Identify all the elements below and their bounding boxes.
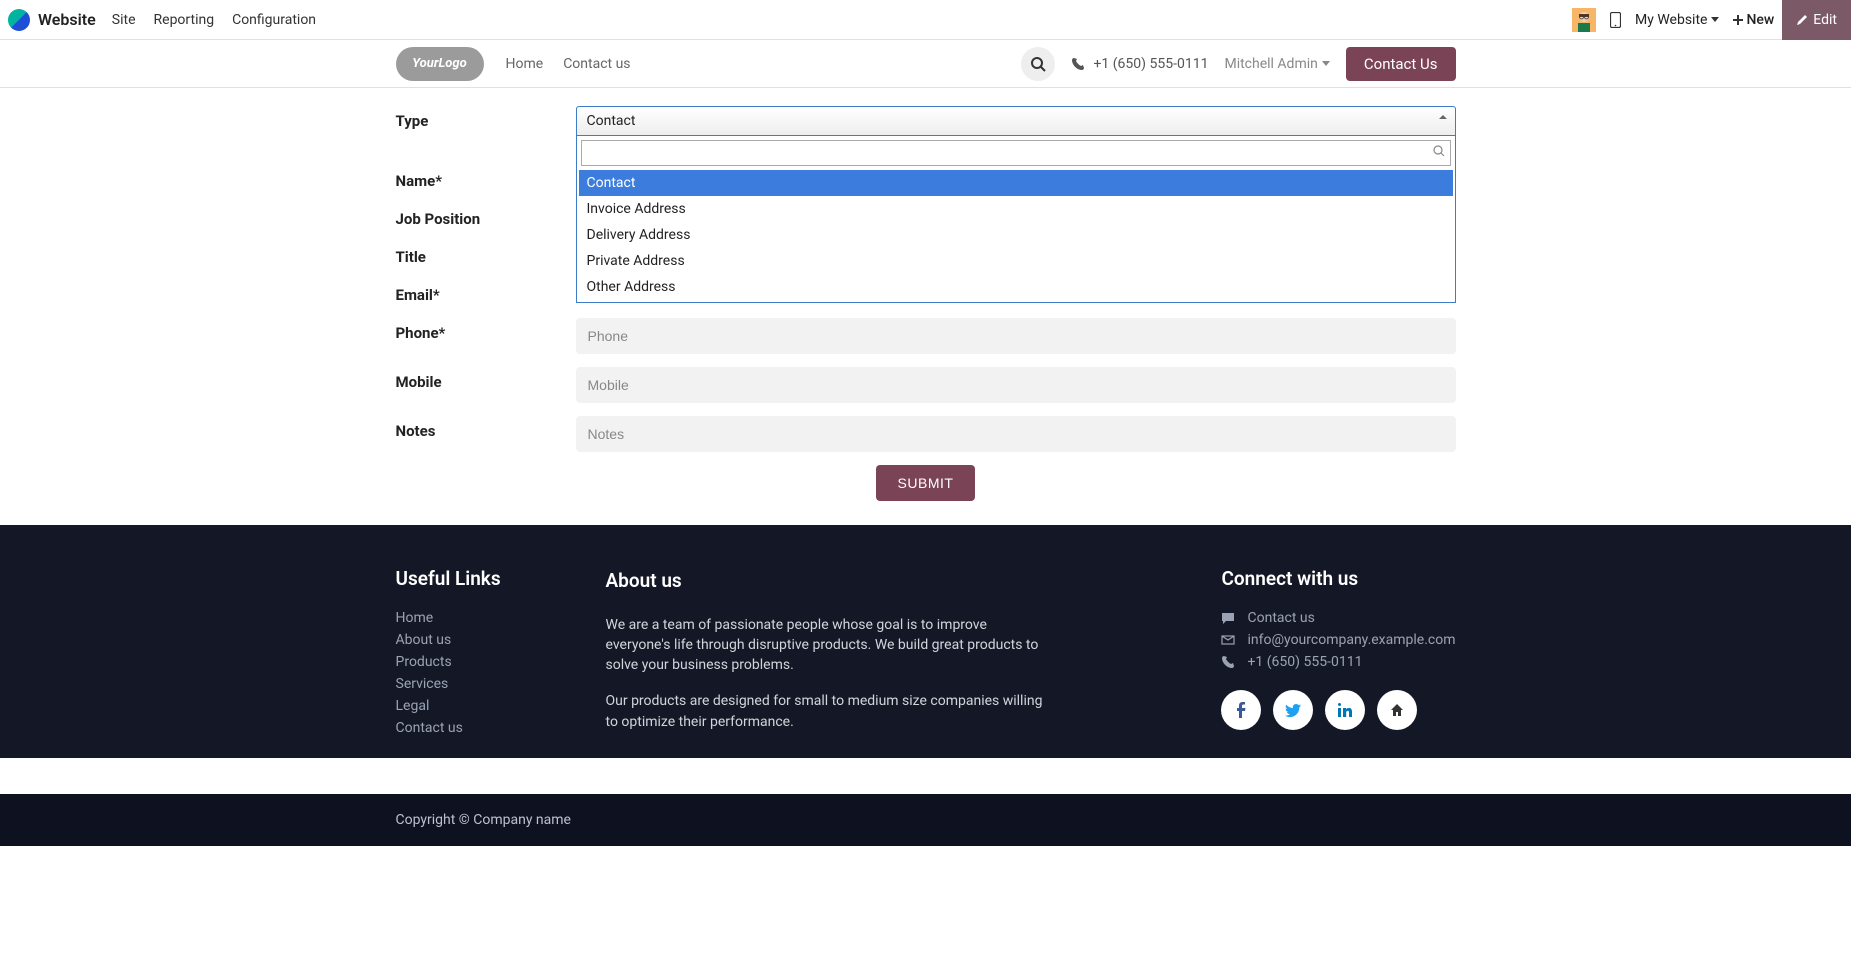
connect-title: Connect with us [1221, 567, 1455, 590]
phone-icon [1221, 655, 1235, 669]
footer-link-contact[interactable]: Contact us [396, 720, 566, 736]
edit-button-label: Edit [1813, 12, 1837, 28]
type-select-value: Contact [587, 113, 636, 129]
facebook-icon [1236, 702, 1246, 718]
my-website-label: My Website [1635, 12, 1707, 28]
mobile-preview-icon[interactable] [1610, 12, 1621, 28]
menu-configuration[interactable]: Configuration [232, 12, 316, 28]
dropdown-search-input[interactable] [581, 140, 1451, 166]
twitter-icon [1285, 704, 1301, 717]
mobile-input[interactable] [576, 367, 1456, 403]
phone-input[interactable] [576, 318, 1456, 354]
search-icon [1433, 145, 1445, 157]
submit-button[interactable]: SUBMIT [876, 465, 976, 501]
footer: Useful Links Home About us Products Serv… [0, 525, 1851, 758]
footer-contact-link[interactable]: Contact us [1221, 610, 1455, 626]
menu-reporting[interactable]: Reporting [154, 12, 215, 28]
user-menu[interactable]: Mitchell Admin [1224, 56, 1329, 72]
label-email: Email* [396, 280, 576, 304]
footer-link-legal[interactable]: Legal [396, 698, 566, 714]
footer-link-home[interactable]: Home [396, 610, 566, 626]
dropdown-search [581, 140, 1451, 166]
type-field: Contact Contact Invoice Address Delivery… [576, 106, 1456, 303]
select-arrow-icon [1439, 115, 1447, 119]
about-para-1: We are a team of passionate people whose… [606, 615, 1046, 676]
label-notes: Notes [396, 416, 576, 440]
footer-email: info@yourcompany.example.com [1221, 632, 1455, 648]
footer-useful-links: Useful Links Home About us Products Serv… [396, 567, 566, 748]
caret-down-icon [1322, 61, 1330, 66]
label-phone: Phone* [396, 318, 576, 342]
search-icon [1030, 56, 1046, 72]
site-logo[interactable]: YourLogo [396, 47, 484, 81]
about-para-2: Our products are designed for small to m… [606, 691, 1046, 732]
option-invoice-address[interactable]: Invoice Address [579, 196, 1453, 222]
social-facebook[interactable] [1221, 690, 1261, 730]
footer-link-about[interactable]: About us [396, 632, 566, 648]
notes-input[interactable] [576, 416, 1456, 452]
caret-down-icon [1711, 17, 1719, 22]
contact-us-button[interactable]: Contact Us [1346, 47, 1456, 81]
label-name: Name* [396, 166, 576, 190]
option-contact[interactable]: Contact [579, 170, 1453, 196]
menu-site[interactable]: Site [112, 12, 136, 28]
linkedin-icon [1338, 703, 1352, 717]
user-name: Mitchell Admin [1224, 56, 1317, 72]
footer-about: About us We are a team of passionate peo… [606, 567, 1046, 748]
search-button[interactable] [1021, 47, 1055, 81]
type-dropdown-panel: Contact Invoice Address Delivery Address… [576, 136, 1456, 303]
new-button-label: New [1746, 12, 1774, 28]
avatar[interactable] [1572, 8, 1596, 32]
option-delivery-address[interactable]: Delivery Address [579, 222, 1453, 248]
home-icon [1390, 703, 1404, 717]
my-website-dropdown[interactable]: My Website [1635, 12, 1719, 28]
website-navbar: YourLogo Home Contact us +1 (650) 555-01… [0, 40, 1851, 88]
app-name[interactable]: Website [38, 10, 96, 29]
odoo-logo-icon [8, 9, 30, 31]
useful-links-title: Useful Links [396, 567, 566, 590]
nav-contact[interactable]: Contact us [563, 56, 630, 72]
phone-icon [1071, 57, 1085, 71]
chat-icon [1221, 611, 1235, 625]
type-select[interactable]: Contact [576, 106, 1456, 136]
social-buttons [1221, 690, 1455, 730]
nav-home[interactable]: Home [506, 56, 544, 72]
odoo-top-menu: Website Site Reporting Configuration My … [0, 0, 1851, 40]
option-private-address[interactable]: Private Address [579, 248, 1453, 274]
footer-link-services[interactable]: Services [396, 676, 566, 692]
header-phone: +1 (650) 555-0111 [1071, 56, 1208, 72]
social-twitter[interactable] [1273, 690, 1313, 730]
copyright: Copyright © Company name [0, 794, 1851, 846]
label-title: Title [396, 242, 576, 266]
edit-button[interactable]: Edit [1782, 0, 1851, 40]
plus-icon [1733, 15, 1743, 25]
social-linkedin[interactable] [1325, 690, 1365, 730]
footer-link-products[interactable]: Products [396, 654, 566, 670]
label-mobile: Mobile [396, 367, 576, 391]
new-button[interactable]: New [1733, 12, 1774, 28]
envelope-icon [1221, 633, 1235, 647]
option-other-address[interactable]: Other Address [579, 274, 1453, 300]
label-job: Job Position [396, 204, 576, 228]
social-home[interactable] [1377, 690, 1417, 730]
footer-phone: +1 (650) 555-0111 [1221, 654, 1455, 670]
header-phone-number: +1 (650) 555-0111 [1093, 56, 1208, 72]
footer-connect: Connect with us Contact us info@yourcomp… [1221, 567, 1455, 748]
pencil-icon [1796, 14, 1808, 26]
contact-form: Type Contact Contact Invoice Address Del… [0, 88, 1851, 525]
label-type: Type [396, 106, 576, 130]
about-title: About us [606, 567, 1046, 595]
